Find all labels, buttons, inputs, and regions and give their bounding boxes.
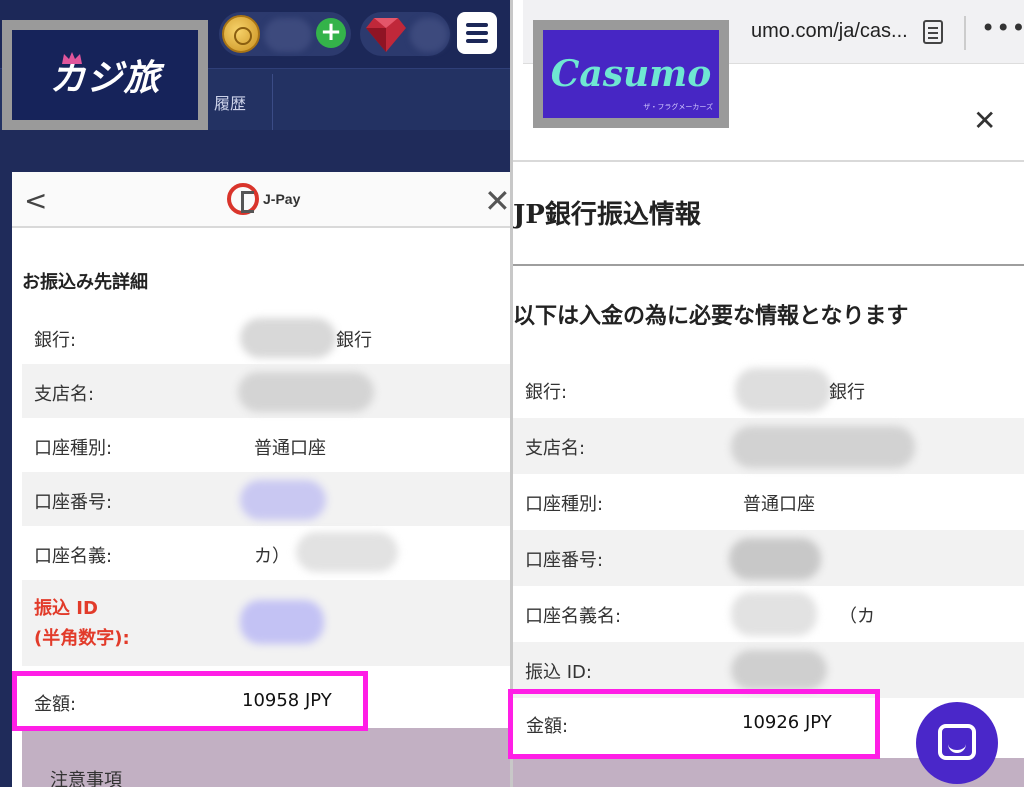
redacted-value <box>731 592 817 636</box>
row-account-number: 口座番号: <box>513 530 1024 586</box>
chat-support-button[interactable] <box>916 702 998 784</box>
reader-mode-icon[interactable] <box>923 20 943 44</box>
redacted-value <box>296 532 398 572</box>
row-account-number: 口座番号: <box>22 472 512 526</box>
row-transfer-id: 振込 ID (半角数字): <box>22 580 512 666</box>
back-chevron-icon[interactable]: < <box>24 184 47 217</box>
redacted-value <box>240 480 326 520</box>
row-branch: 支店名: <box>513 418 1024 474</box>
url-bar-divider <box>964 16 966 50</box>
redacted-value <box>731 426 915 468</box>
row-label: 支店名: <box>525 438 586 459</box>
casumo-logo: Casumo ザ・フラグメーカーズ <box>543 30 719 118</box>
row-label: 銀行: <box>34 330 77 351</box>
left-panel-kajitabi: + 履歴 カジ旅 < J-Pay ✕ お振込み先詳細 銀行: 銀行 支店名: 口… <box>0 0 512 787</box>
bank-details-list: 銀行: 銀行 支店名: 口座種別: 普通口座 口座番号: 口座名義名: （カ 振… <box>513 362 1024 698</box>
row-label: 口座番号: <box>34 492 113 513</box>
row-account-type: 口座種別: 普通口座 <box>22 418 512 472</box>
row-label: 口座名義: <box>34 546 113 567</box>
row-account-type: 口座種別: 普通口座 <box>513 474 1024 530</box>
row-label: 支店名: <box>34 384 95 405</box>
add-coins-button[interactable]: + <box>316 18 346 48</box>
hamburger-menu-icon[interactable] <box>457 12 497 54</box>
row-bank: 銀行: 銀行 <box>22 310 512 364</box>
dialog-title: お振込み先詳細 <box>22 272 148 293</box>
row-label: 口座番号: <box>525 550 604 571</box>
logo-text: Casumo <box>550 53 712 95</box>
nav-divider <box>272 74 273 130</box>
row-value: 普通口座 <box>743 494 815 515</box>
amount-highlight-box <box>12 671 368 731</box>
row-label: 口座種別: <box>525 494 604 515</box>
redacted-value <box>729 538 821 580</box>
right-panel-casumo: umo.com/ja/cas... ••• Casumo ザ・フラグメーカーズ … <box>513 0 1024 787</box>
transfer-id-label-line2: (半角数字): <box>34 628 130 649</box>
row-label: 口座名義名: <box>525 606 622 627</box>
redacted-value <box>240 600 324 644</box>
row-value: 銀行 <box>336 330 372 351</box>
row-account-holder: 口座名義: カ） <box>22 526 512 580</box>
notes-label: 注意事項 <box>50 770 122 787</box>
crown-icon <box>62 52 82 64</box>
dialog-header: < J-Pay ✕ <box>12 172 512 228</box>
coin-icon <box>222 15 260 53</box>
url-text[interactable]: umo.com/ja/cas... <box>751 20 908 43</box>
amount-label: 金額: <box>526 716 569 737</box>
transfer-id-label-line1: 振込 ID <box>34 598 98 619</box>
amount-value: 10926 JPY <box>742 712 832 733</box>
more-options-icon[interactable]: ••• <box>981 14 1024 42</box>
title-divider <box>513 264 1024 266</box>
redacted-value <box>238 372 374 412</box>
hidden-gem-count <box>410 18 448 52</box>
jpay-mark-icon <box>227 183 259 215</box>
ruby-gem-icon <box>366 18 406 52</box>
logo-sub-text: ザ・フラグメーカーズ <box>643 103 713 111</box>
redacted-value <box>735 368 831 412</box>
bank-details-list: 銀行: 銀行 支店名: 口座種別: 普通口座 口座番号: 口座名義: カ） 振込… <box>22 310 512 666</box>
close-icon[interactable]: ✕ <box>973 104 996 137</box>
jpay-brand: J-Pay <box>263 191 301 207</box>
nav-history-tab[interactable]: 履歴 <box>214 90 246 114</box>
jpay-logo: J-Pay <box>227 183 300 215</box>
dialog-subtitle: 以下は入金の為に必要な情報となります <box>513 303 909 329</box>
row-value: （カ <box>839 606 875 627</box>
chat-bubble-icon <box>938 724 976 760</box>
row-value: カ） <box>254 546 290 567</box>
row-branch: 支店名: <box>22 364 512 418</box>
redacted-value <box>731 650 827 690</box>
close-icon[interactable]: ✕ <box>484 182 511 220</box>
row-value: 普通口座 <box>254 438 326 459</box>
kajitabi-logo: カジ旅 <box>12 30 198 120</box>
row-account-holder: 口座名義名: （カ <box>513 586 1024 642</box>
row-label: 振込 ID: <box>525 662 592 683</box>
casumo-logo-frame: Casumo ザ・フラグメーカーズ <box>533 20 729 128</box>
redacted-value <box>240 318 336 358</box>
row-value: 銀行 <box>829 382 865 403</box>
kajitabi-logo-frame: カジ旅 <box>2 20 208 130</box>
dialog-title: JP銀行振込情報 <box>513 200 701 230</box>
row-label: 銀行: <box>525 382 568 403</box>
transfer-id-label: 振込 ID (半角数字): <box>34 594 130 654</box>
header-divider <box>513 160 1024 162</box>
hidden-balance <box>264 18 312 52</box>
row-label: 口座種別: <box>34 438 113 459</box>
row-bank: 銀行: 銀行 <box>513 362 1024 418</box>
